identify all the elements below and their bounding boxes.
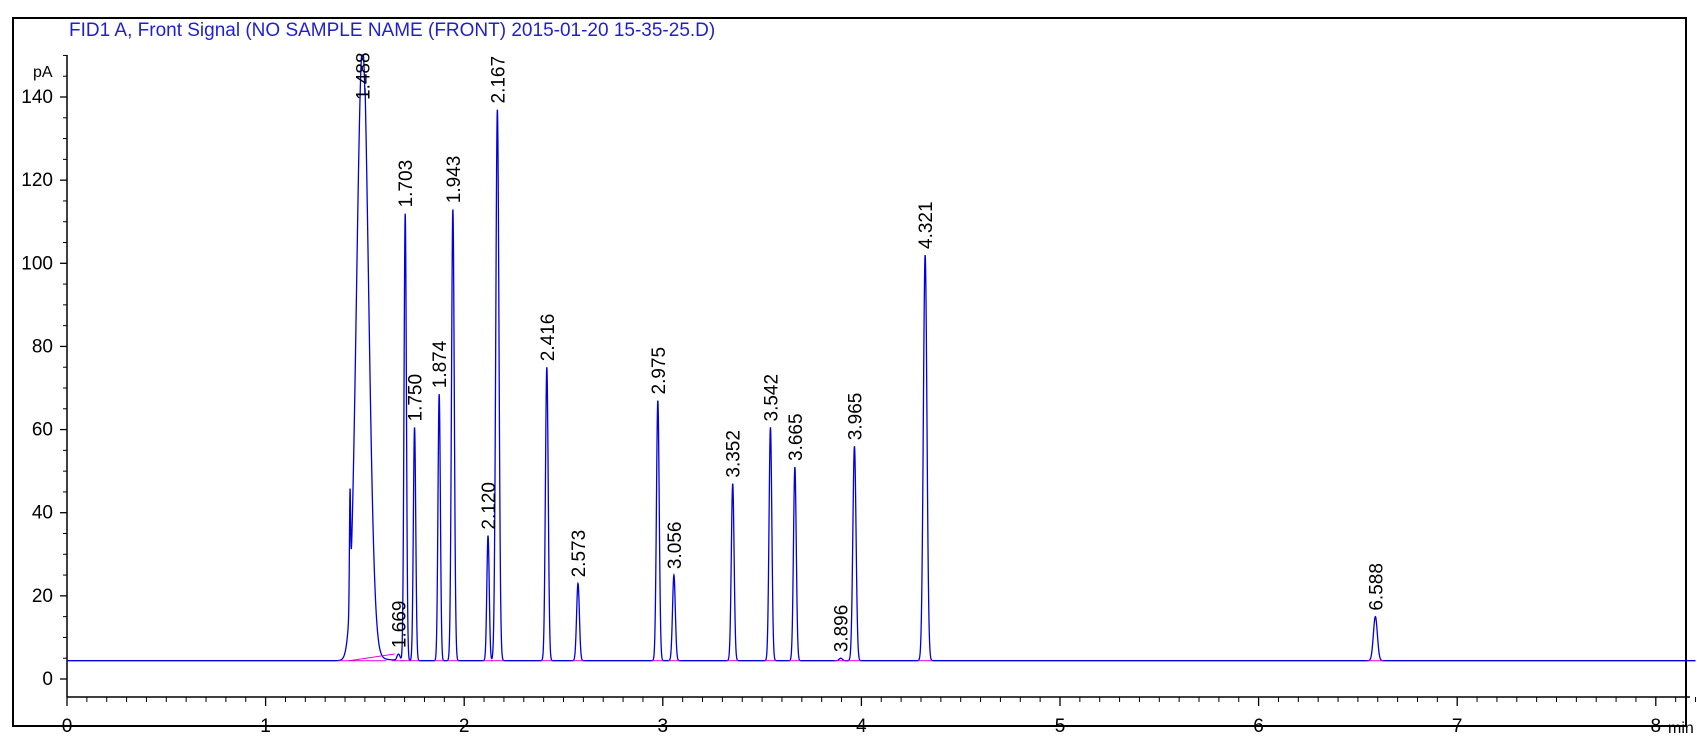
y-tick-label: 40 [32, 503, 53, 524]
peak-label: 1.750 [406, 374, 427, 422]
x-tick-label: 0 [62, 716, 73, 737]
peak-label: 3.965 [845, 393, 866, 441]
x-axis-unit: min [1668, 720, 1694, 737]
x-tick-label: 6 [1253, 716, 1264, 737]
y-axis-unit: pA [33, 64, 53, 81]
chart-title: FID1 A, Front Signal (NO SAMPLE NAME (FR… [69, 20, 715, 41]
peak-label: 1.943 [444, 156, 465, 204]
y-tick-label: 20 [32, 586, 53, 607]
y-tick-label: 80 [32, 336, 53, 357]
peak-label: 6.588 [1366, 563, 1387, 611]
y-tick-label: 100 [21, 253, 53, 274]
peak-label: 2.975 [649, 347, 670, 395]
x-tick-label: 5 [1055, 716, 1066, 737]
peak-label: 3.352 [724, 430, 745, 478]
peak-label: 1.874 [430, 340, 451, 388]
y-tick-label: 60 [32, 420, 53, 441]
y-tick-label: 0 [42, 669, 53, 690]
peak-label: 1.703 [396, 160, 417, 208]
x-tick-label: 7 [1452, 716, 1463, 737]
peak-label-layer: 1.488 1.669 1.703 1.7501.874 1.943 2.120 2.167… [354, 52, 1388, 652]
signal-layer [67, 54, 1696, 662]
peak-label: 1.669 [389, 601, 410, 649]
x-tick-label: 2 [459, 716, 470, 737]
peak-label: 3.056 [665, 522, 686, 570]
signal-trace [67, 54, 1696, 662]
peak-label: 3.665 [786, 413, 807, 461]
peak-label: 3.542 [761, 374, 782, 422]
peak-label: 2.167 [488, 56, 509, 104]
x-tick-label: 3 [658, 716, 669, 737]
peak-label: 2.573 [569, 530, 590, 578]
peak-label: 4.321 [916, 201, 937, 249]
peak-label: 2.416 [538, 314, 559, 362]
peak-label: 1.488 [354, 52, 375, 100]
x-tick-label: 1 [260, 716, 271, 737]
x-tick-label: 8 [1651, 716, 1662, 737]
peak-label: 3.896 [832, 605, 853, 653]
peak-label: 2.120 [479, 482, 500, 530]
chromatogram-chart: FID1 A, Front Signal (NO SAMPLE NAME (FR… [21, 20, 1697, 737]
y-tick-label: 120 [21, 170, 53, 191]
x-tick-label: 4 [856, 716, 867, 737]
y-tick-label: 140 [21, 87, 53, 108]
